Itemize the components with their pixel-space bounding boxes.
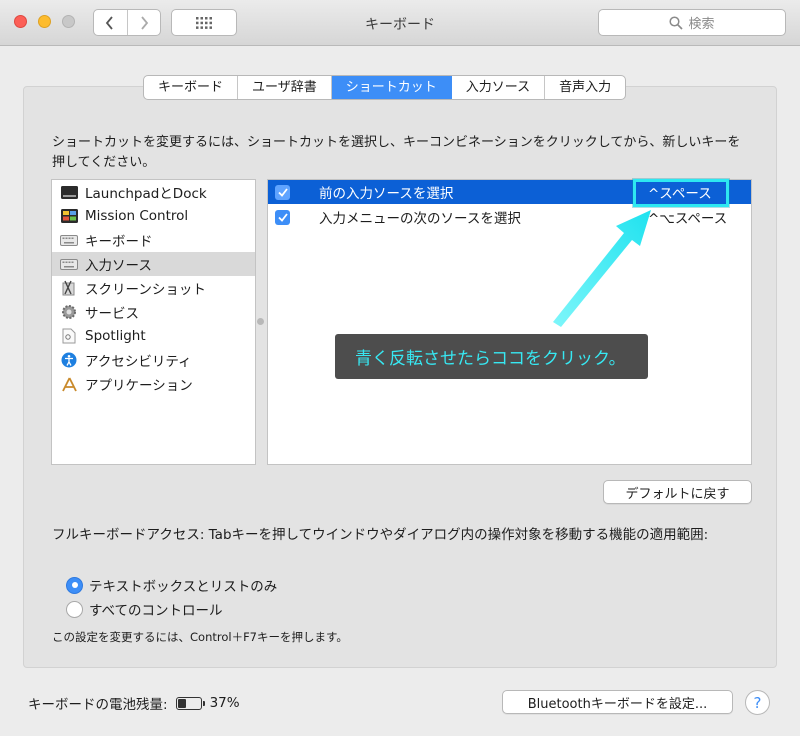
battery-icon (175, 696, 205, 710)
keyboard-battery-status: キーボードの電池残量: 37% (28, 693, 240, 713)
radio-all-controls[interactable]: すべてのコントロール (66, 599, 223, 619)
tab-input-sources[interactable]: 入力ソース (450, 76, 544, 99)
radio-button[interactable] (66, 600, 83, 618)
annotation-callout: 青く反転させたらココをクリック。 (335, 334, 648, 379)
keyboard-access-note: この設定を変更するには、Control＋F7キーを押します。 (52, 630, 348, 644)
tab-shortcuts[interactable]: ショートカット (330, 76, 451, 99)
help-button[interactable]: ? (745, 690, 770, 715)
radio-label: すべてのコントロール (89, 603, 223, 619)
battery-percent: 37% (209, 695, 240, 711)
full-keyboard-access-description: フルキーボードアクセス: Tabキーを押してウインドウやダイアログ内の操作対象を… (52, 527, 709, 543)
radio-button[interactable] (66, 576, 83, 594)
radio-text-boxes-lists[interactable]: テキストボックスとリストのみ (66, 575, 277, 595)
tab-user-dictionary[interactable]: ユーザ辞書 (237, 76, 331, 99)
battery-fill (177, 698, 186, 708)
restore-defaults-button[interactable]: デフォルトに戻す (603, 480, 752, 504)
tab-bar: キーボード ユーザ辞書 ショートカット 入力ソース 音声入力 (143, 75, 627, 100)
battery-label: キーボードの電池残量: (28, 697, 168, 713)
tab-dictation[interactable]: 音声入力 (544, 76, 625, 99)
setup-bluetooth-keyboard-button[interactable]: Bluetoothキーボードを設定... (502, 690, 733, 714)
tab-keyboard[interactable]: キーボード (144, 76, 237, 99)
radio-label: テキストボックスとリストのみ (89, 579, 278, 595)
